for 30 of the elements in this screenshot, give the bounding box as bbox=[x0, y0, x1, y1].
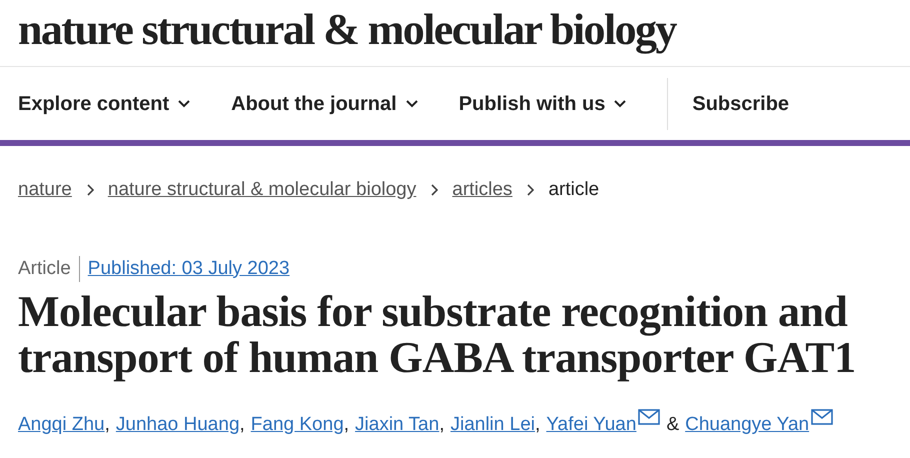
author-link[interactable]: Jiaxin Tan bbox=[355, 411, 440, 440]
published-date-link[interactable]: Published: 03 July 2023 bbox=[88, 254, 290, 283]
separator: , bbox=[439, 413, 444, 437]
nav-menu-item[interactable]: Publish with us bbox=[458, 88, 628, 118]
separator: , bbox=[104, 413, 110, 437]
chevron-right-icon bbox=[526, 184, 534, 196]
breadcrumb-link[interactable]: nature bbox=[18, 176, 72, 204]
breadcrumb-current: article bbox=[548, 178, 600, 202]
article-type: Article bbox=[18, 256, 71, 280]
breadcrumb-link[interactable]: nature structural & molecular biology bbox=[108, 176, 416, 204]
mail-icon[interactable] bbox=[638, 409, 660, 425]
nav-menu-item[interactable]: About the journal bbox=[231, 88, 419, 118]
author-link[interactable]: Junhao Huang bbox=[116, 411, 240, 440]
breadcrumb-link[interactable]: articles bbox=[452, 176, 512, 204]
nav-menu-item[interactable]: Subscribe bbox=[692, 88, 790, 118]
author-link[interactable]: Fang Kong bbox=[250, 411, 344, 440]
separator: , bbox=[534, 413, 540, 437]
article-title: Molecular basis for substrate recognition and transport of human GABA transporter GAT1 bbox=[17, 286, 857, 381]
author-link[interactable]: Jianlin Lei bbox=[450, 411, 535, 440]
chevron-right-icon bbox=[86, 184, 94, 196]
separator: , bbox=[344, 413, 350, 437]
author-link[interactable]: Angqi Zhu bbox=[18, 411, 105, 440]
author-link[interactable]: Chuangye Yan bbox=[685, 411, 810, 440]
author-link[interactable]: Yafei Yuan bbox=[546, 411, 636, 440]
nav-menu-item[interactable]: Explore content bbox=[18, 88, 192, 118]
mail-icon[interactable] bbox=[811, 409, 834, 425]
chevron-right-icon bbox=[430, 184, 438, 196]
separator: & bbox=[666, 413, 680, 437]
separator: , bbox=[240, 413, 245, 437]
journal-logo[interactable]: nature structural & molecular biology bbox=[18, 8, 676, 58]
